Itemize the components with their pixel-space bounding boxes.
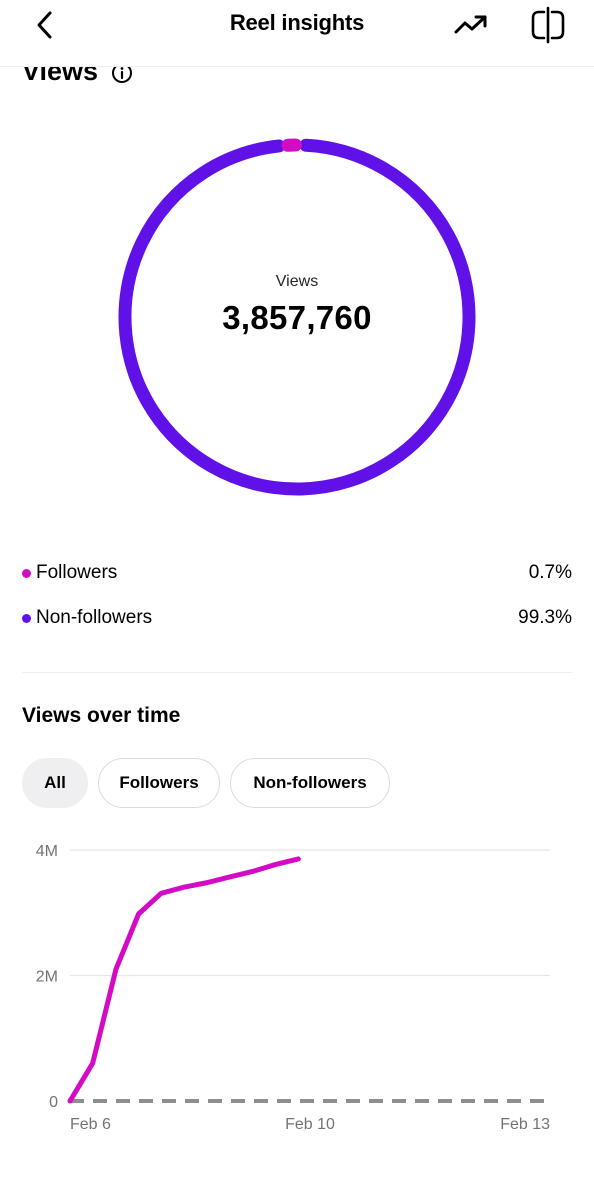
- non-followers-dot: [22, 614, 31, 623]
- filter-followers-button[interactable]: Followers: [98, 758, 220, 808]
- page-title: Reel insights: [229, 10, 365, 35]
- views-over-time-chart: 0 2M 4M Feb 6 Feb 10 Feb 13: [36, 843, 550, 1133]
- donut-center-value: 3,857,760: [222, 299, 372, 336]
- split-view-icon: [531, 6, 565, 44]
- legend-label: Non-followers: [36, 607, 153, 628]
- legend-label: Followers: [36, 562, 118, 583]
- followers-dot: [22, 569, 31, 578]
- trend-button[interactable]: [452, 10, 492, 40]
- legend-percent: 0.7%: [528, 562, 572, 583]
- x-tick-label: Feb 6: [70, 1116, 111, 1133]
- y-tick-label: 0: [49, 1094, 58, 1111]
- section-divider: [22, 672, 572, 673]
- filter-all-button[interactable]: All: [22, 758, 88, 808]
- top-bar: Reel insights: [0, 0, 594, 67]
- x-tick-label: Feb 10: [285, 1116, 335, 1133]
- y-tick-label: 2M: [36, 969, 58, 986]
- filter-non-followers-button[interactable]: Non-followers: [230, 758, 390, 808]
- donut-center-label: Views: [275, 273, 319, 290]
- x-tick-label: Feb 13: [500, 1116, 550, 1133]
- legend-percent: 99.3%: [518, 607, 572, 628]
- legend-row-followers: Followers 0.7%: [22, 561, 572, 587]
- views-series-line: [67, 856, 301, 1104]
- views-over-time-title: Views over time: [22, 704, 181, 727]
- trending-up-icon: [454, 15, 487, 34]
- split-view-button[interactable]: [528, 6, 568, 44]
- y-tick-label: 4M: [36, 843, 58, 860]
- legend-row-non-followers: Non-followers 99.3%: [22, 606, 572, 632]
